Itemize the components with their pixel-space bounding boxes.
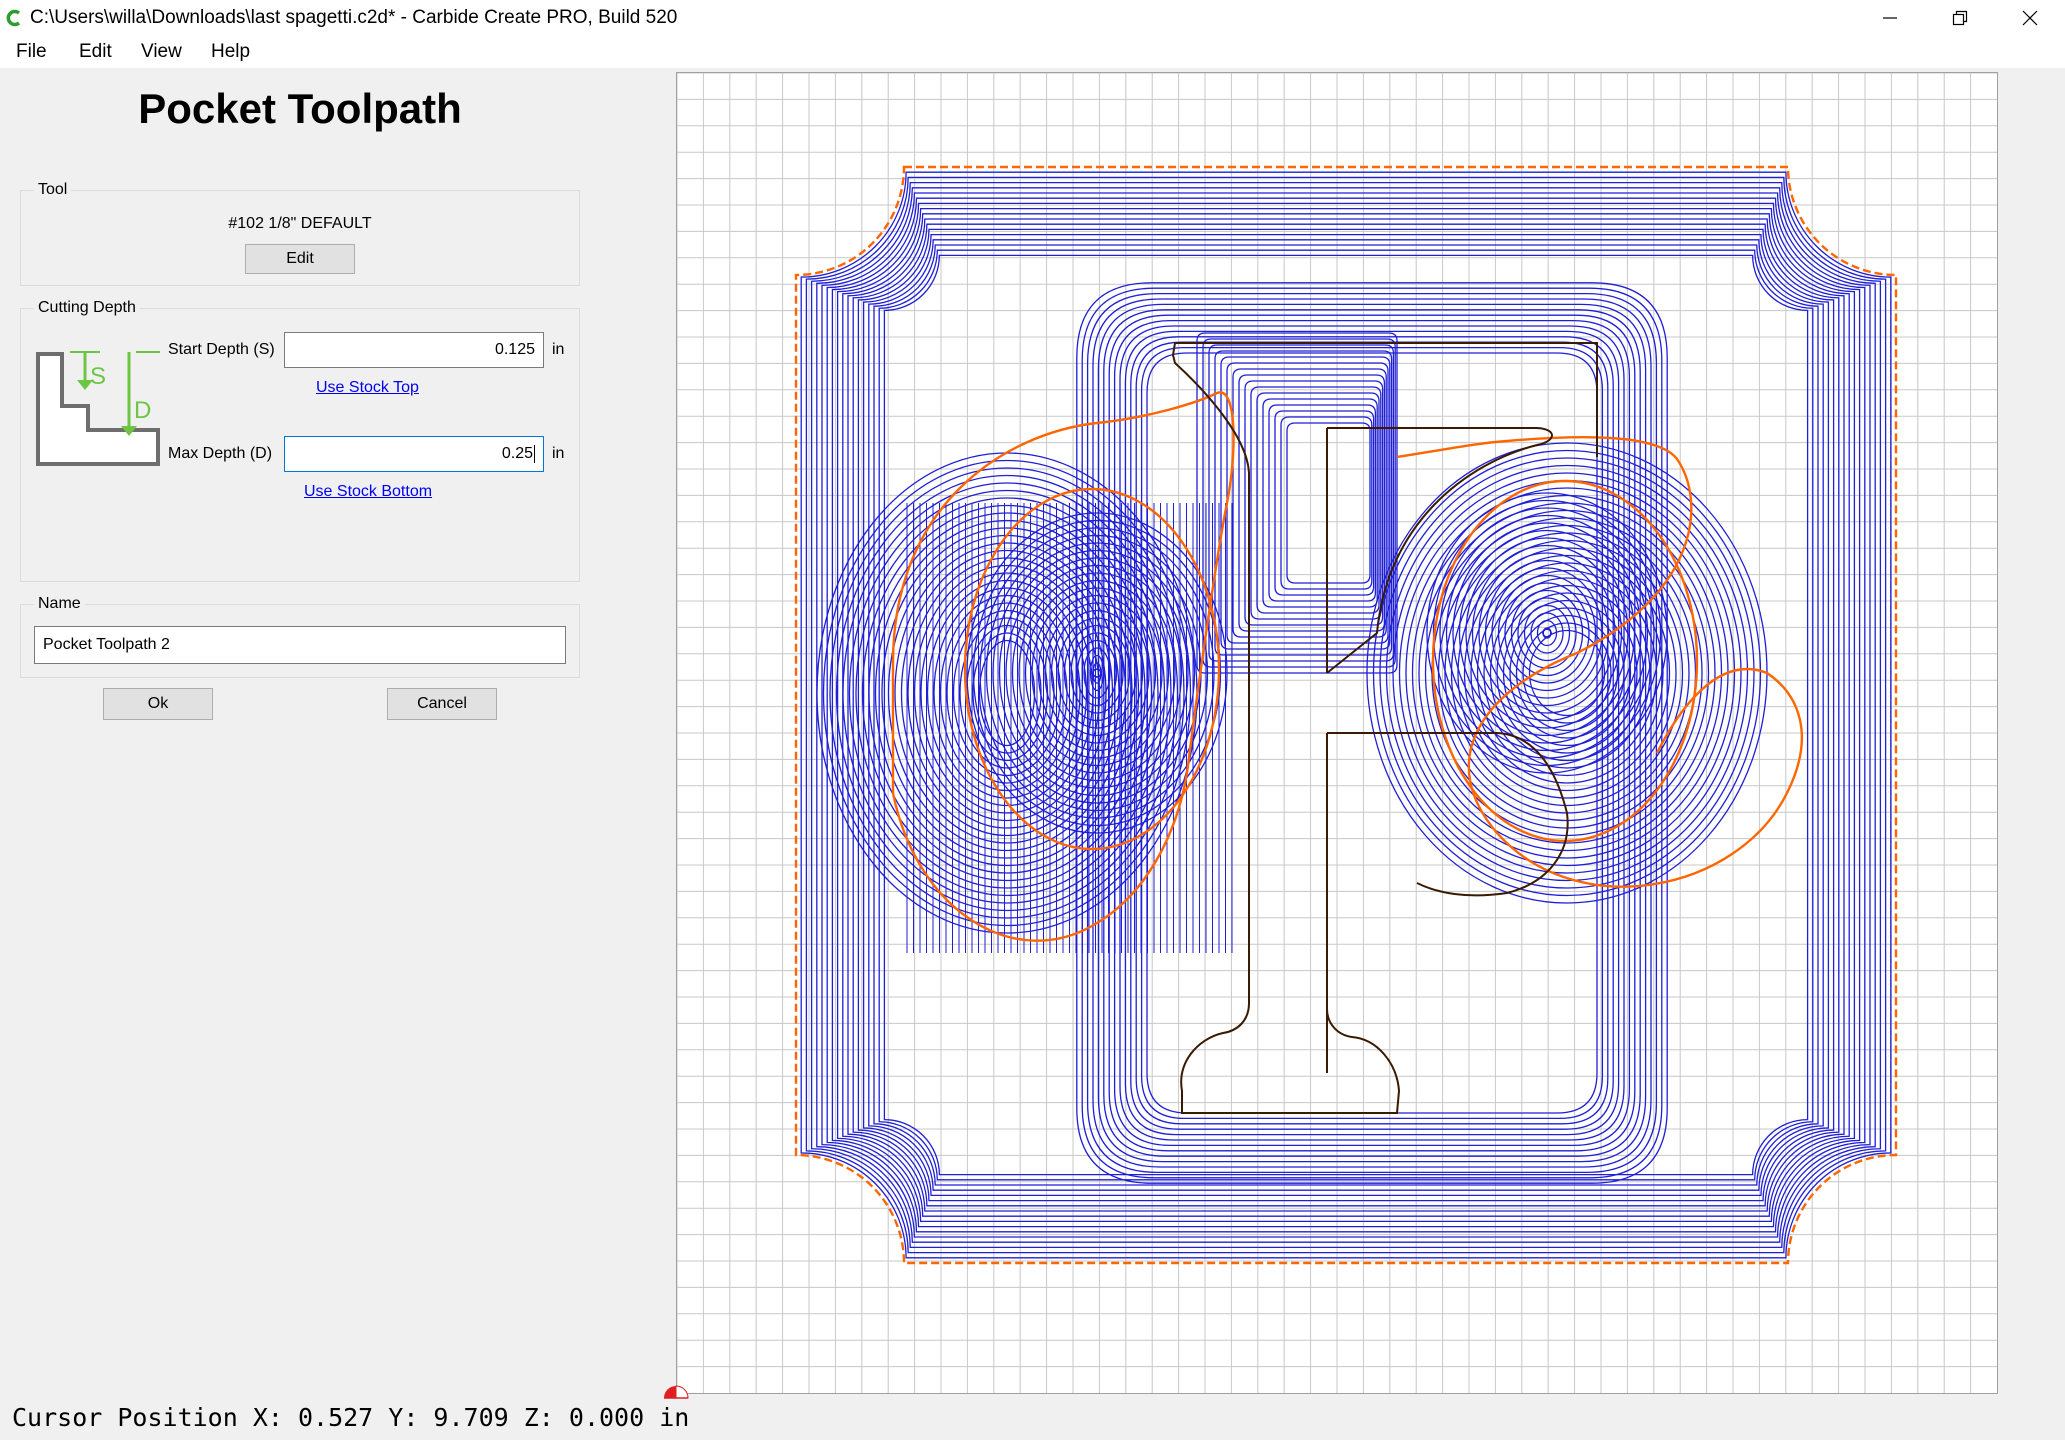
- tool-group-label: Tool: [34, 181, 72, 199]
- toolpath-name-input[interactable]: Pocket Toolpath 2: [34, 626, 566, 664]
- c-raster-pass: [906, 503, 1233, 953]
- menu-edit[interactable]: Edit: [77, 41, 114, 63]
- tool-name: #102 1/8" DEFAULT: [228, 215, 372, 232]
- menu-help[interactable]: Help: [209, 41, 252, 63]
- start-depth-label: Start Depth (S): [168, 341, 275, 358]
- toolpath-preview[interactable]: [677, 73, 1997, 1393]
- carbide-create-window: C:\Users\willa\Downloads\last spagetti.c…: [0, 0, 2065, 1440]
- text-caret: [534, 445, 535, 463]
- diagram-s-label: S: [90, 363, 106, 390]
- max-depth-unit: in: [552, 445, 565, 462]
- name-group-label: Name: [34, 595, 85, 613]
- bowl-pass: [1076, 639, 1118, 707]
- bowl-pass: [1491, 567, 1603, 699]
- carbide-create-app-icon: [6, 9, 21, 27]
- start-depth-input[interactable]: 0.125: [284, 332, 544, 368]
- diagram-d-label: D: [134, 397, 151, 424]
- panel-title: Pocket Toolpath: [138, 85, 462, 132]
- restore-icon: [1952, 10, 1968, 26]
- menu-bar: File Edit View Help: [0, 36, 2065, 68]
- minimize-icon: [1883, 17, 1897, 19]
- pocket-toolpath-panel: Pocket Toolpath Tool #102 1/8" DEFAULT E…: [0, 68, 676, 1398]
- ok-button[interactable]: Ok: [103, 688, 213, 720]
- max-depth-label: Max Depth (D): [168, 445, 273, 462]
- five-stepped-pass: [1214, 350, 1393, 656]
- five-stepped-pass: [1238, 374, 1386, 632]
- outer-offset-pass: [847, 218, 1845, 1212]
- menu-file[interactable]: File: [14, 41, 49, 63]
- cursor-position-status: Cursor Position X: 0.527 Y: 9.709 Z: 0.0…: [12, 1403, 690, 1432]
- five-stepped-pass: [1250, 386, 1382, 620]
- restore-button[interactable]: [1925, 0, 1995, 36]
- pocket-toolpath-lines: [800, 171, 1892, 1259]
- title-bar: C:\Users\willa\Downloads\last spagetti.c…: [0, 0, 2065, 36]
- use-stock-top-link[interactable]: Use Stock Top: [316, 378, 419, 398]
- window-title: C:\Users\willa\Downloads\last spagetti.c…: [30, 7, 678, 28]
- five-stepped-pass: [1220, 356, 1391, 650]
- depth-diagram: S D: [36, 351, 160, 466]
- origin-marker-icon: [664, 1385, 689, 1399]
- bowl-pass: [1530, 612, 1564, 654]
- outer-offset-pass: [800, 171, 1892, 1259]
- five-stepped-pass: [1286, 422, 1371, 584]
- start-depth-unit: in: [552, 341, 565, 358]
- bowl-pass: [1542, 628, 1552, 638]
- design-canvas[interactable]: [676, 72, 1998, 1394]
- outer-offset-pass: [821, 192, 1871, 1238]
- cancel-button[interactable]: Cancel: [387, 688, 497, 720]
- use-stock-bottom-link[interactable]: Use Stock Bottom: [304, 482, 432, 502]
- minimize-button[interactable]: [1855, 0, 1925, 36]
- menu-view[interactable]: View: [139, 41, 184, 63]
- five-stepped-pass: [1262, 398, 1378, 608]
- close-icon: [2022, 10, 2038, 26]
- edit-tool-button[interactable]: Edit: [245, 244, 355, 274]
- bowl-pass: [998, 549, 1196, 797]
- max-depth-input[interactable]: 0.25: [284, 436, 544, 472]
- five-stepped-pass: [1268, 404, 1377, 602]
- bowl-pass: [1398, 479, 1736, 867]
- five-stepped-pass: [1274, 410, 1375, 596]
- bowl-pass: [1424, 509, 1710, 837]
- cutting-depth-group-label: Cutting Depth: [34, 299, 140, 317]
- close-button[interactable]: [1995, 0, 2065, 36]
- outer-offset-pass: [836, 207, 1856, 1223]
